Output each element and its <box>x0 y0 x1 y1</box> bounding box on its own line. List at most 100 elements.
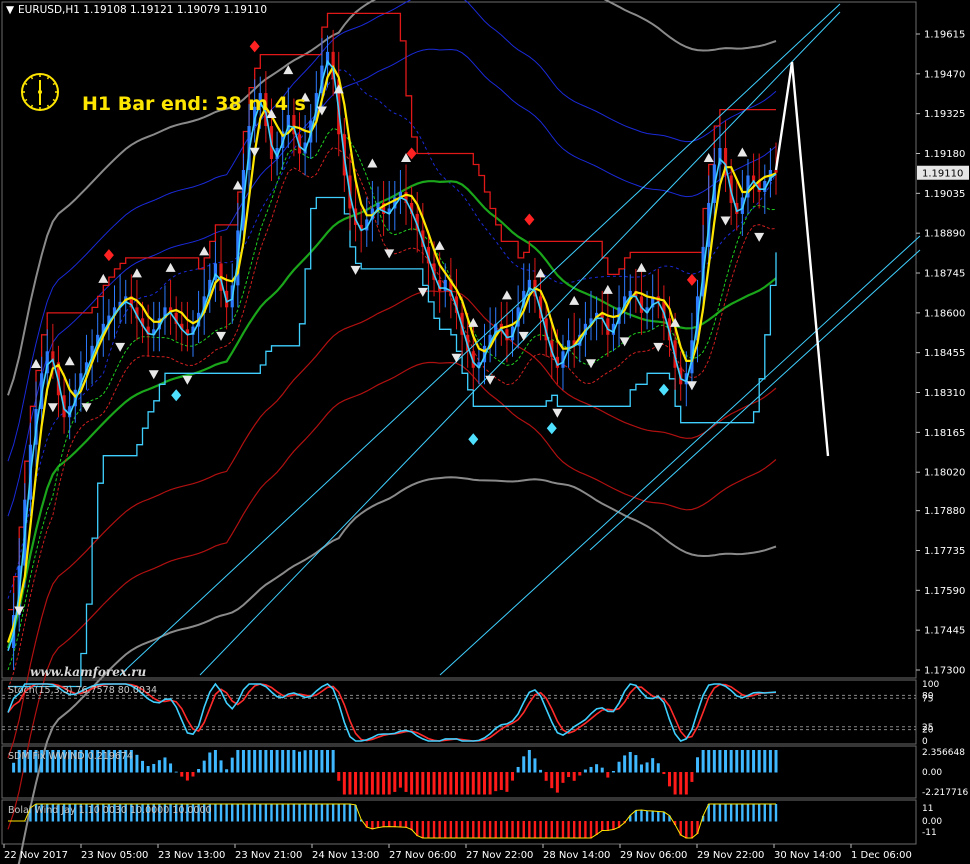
hist1-bar <box>539 769 543 773</box>
price-tick-label: 1.17300 <box>924 666 965 677</box>
symbol-line: EURUSD,H1 1.19108 1.19121 1.19079 1.1911… <box>18 4 267 16</box>
hist1-bar <box>690 772 694 782</box>
hist1-bar <box>197 769 201 773</box>
hist1-bar <box>298 751 302 773</box>
clock-tick <box>30 76 34 80</box>
hist2-bar <box>483 821 486 839</box>
hist1-bar <box>398 772 402 788</box>
hist1-bar <box>488 772 492 795</box>
hist2-bar <box>746 804 750 822</box>
hist2-bar <box>528 821 531 839</box>
hist1-bar <box>628 751 632 773</box>
hist1-bar <box>258 750 262 773</box>
hist2-bar <box>634 810 638 822</box>
clock-tick <box>46 76 50 80</box>
hist2-bar <box>264 804 268 822</box>
hist1-bar <box>589 766 593 773</box>
hist2-bar <box>421 821 425 839</box>
hist1-bar <box>583 769 587 773</box>
hist2-bar <box>511 821 514 839</box>
dropdown-arrow-icon[interactable]: ▼ <box>6 4 15 16</box>
hist2-bar <box>331 804 335 822</box>
hist2-bar <box>752 804 755 822</box>
time-tick-label: 29 Nov 06:00 <box>620 850 687 861</box>
hist1-bar <box>460 772 464 795</box>
candle-body <box>774 169 778 173</box>
hist1-bar <box>511 772 515 781</box>
hist1-bar <box>326 750 330 773</box>
price-tick-label: 1.17445 <box>924 626 965 637</box>
hist2-bar <box>219 804 223 822</box>
hist1-bar <box>365 772 369 795</box>
hist1-bar <box>264 750 268 773</box>
hist1-bar <box>348 772 352 795</box>
hist1-bar <box>421 772 425 795</box>
hist1-bar <box>656 763 660 773</box>
hist2-bar <box>690 821 694 839</box>
hist2-bar <box>343 804 346 822</box>
price-tick-label: 1.18890 <box>924 229 965 240</box>
price-tick-label: 1.17880 <box>924 506 965 517</box>
hist1-bar <box>432 772 436 795</box>
hist1-bar <box>157 760 161 773</box>
hist1-bar <box>163 757 167 773</box>
hist1-bar <box>180 772 184 777</box>
hist2-tick-label: 11 <box>922 804 933 814</box>
hist2-bar <box>225 804 228 822</box>
price-tick-label: 1.18310 <box>924 388 965 399</box>
hist1-bar <box>752 750 756 773</box>
hist2-bar <box>494 821 497 839</box>
hist1-bar <box>712 750 716 773</box>
hist1-bar <box>494 772 498 792</box>
hist2-bar <box>729 804 733 822</box>
hist2-bar <box>601 821 604 832</box>
hist2-bar <box>477 821 481 839</box>
time-tick-label: 23 Nov 21:00 <box>235 850 302 861</box>
hist1-bar <box>213 750 217 773</box>
price-tick-label: 1.18745 <box>924 269 965 280</box>
time-axis: 22 Nov 2017 23 Nov 05:00 23 Nov 13:00 23 No… <box>3 844 912 861</box>
hist2-bar <box>309 804 312 822</box>
hist2-label: Bolal Wind Jay 1.10 0030 10.0000 10.0000 <box>8 805 212 816</box>
hist1-bar <box>342 772 346 795</box>
hist2-bar <box>657 811 660 822</box>
hist1-bar <box>146 766 150 773</box>
hist2-bar <box>724 804 727 822</box>
hist2-bar <box>578 821 581 839</box>
price-tick-label: 1.19470 <box>924 69 965 80</box>
hist2-bar <box>326 804 329 822</box>
hist1-bar <box>774 750 778 773</box>
hist2-bar <box>214 804 217 822</box>
hist1-bar <box>707 750 711 773</box>
stoch-tick-label: 20 <box>922 726 934 736</box>
hist2-bar <box>505 821 509 839</box>
time-tick-label: 23 Nov 05:00 <box>81 850 148 861</box>
hist2-bar <box>315 804 318 822</box>
price-tick-label: 1.19325 <box>924 109 965 120</box>
hist1-bar <box>331 750 335 773</box>
hist2-bar <box>432 821 436 839</box>
hist2-bar <box>275 804 279 822</box>
time-tick-label: 29 Nov 22:00 <box>697 850 764 861</box>
hist1-bar <box>729 750 733 773</box>
hist1-bar <box>617 761 621 773</box>
hist2-bar <box>533 821 537 839</box>
time-tick-label: 1 Dec 06:00 <box>851 850 912 861</box>
hist2-bar <box>769 804 772 822</box>
hist1-bar <box>12 762 16 773</box>
hist1-tick-label: 2.356648 <box>922 748 965 758</box>
hist1-bar <box>141 760 145 773</box>
hist1-bar <box>757 750 761 773</box>
hist1-bar <box>292 750 296 773</box>
hist2-bar <box>281 804 284 822</box>
time-tick-label: 28 Nov 14:00 <box>543 850 610 861</box>
hist2-bar <box>500 821 503 839</box>
price-tick-label: 1.17735 <box>924 546 965 557</box>
hist2-bar <box>427 821 430 839</box>
hist2-tick-label: 0.00 <box>922 817 942 827</box>
hist2-bar <box>651 811 654 822</box>
hist2-bar <box>292 804 296 822</box>
hist1-bar <box>561 772 565 783</box>
hist1-bar <box>253 750 257 773</box>
hist1-bar <box>225 769 229 773</box>
